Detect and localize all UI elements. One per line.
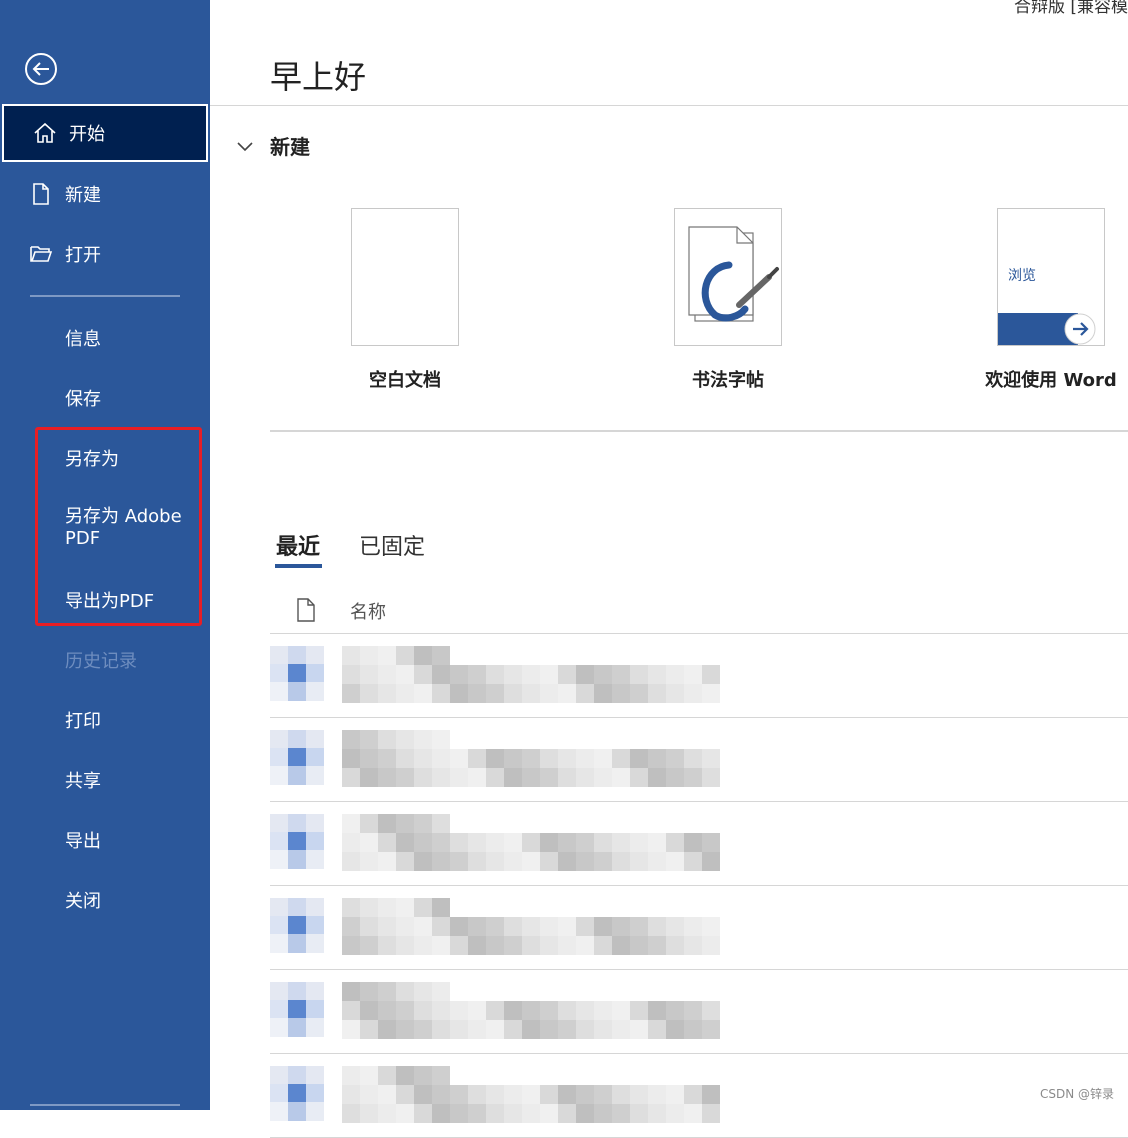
new-section-title: 新建 [270,135,310,159]
new-document-icon [29,182,53,206]
file-name-blurred [342,1066,722,1124]
file-row[interactable] [270,718,1128,802]
section-divider [270,430,1128,432]
browse-label: 浏览 [1008,268,1036,284]
calligraphy-brush-icon [688,226,779,322]
template-thumbnail [351,208,459,346]
backstage-sidebar: 开始 新建 打开 信息 保存 另存为 另存为 Adobe PDF 导出为PDF … [0,0,210,1110]
file-row[interactable] [270,1054,1128,1138]
template-label: 书法字帖 [692,370,764,391]
nav-label: 开始 [69,124,105,145]
highlight-annotation-box [35,427,202,626]
file-name-blurred [342,730,722,788]
nav-label: 新建 [65,185,101,206]
file-icon [270,1066,324,1122]
nav-label: 导出 [65,831,101,852]
back-arrow-icon [25,53,57,85]
sidebar-divider [30,1104,180,1106]
nav-close[interactable]: 关闭 [0,872,210,928]
nav-new[interactable]: 新建 [0,166,210,222]
nav-label: 打开 [65,245,101,266]
file-name-blurred [342,982,722,1040]
template-thumbnail [674,208,782,346]
nav-home[interactable]: 开始 [2,104,208,162]
window-title-fragment: 合辩版 [兼容模 [1013,0,1128,17]
watermark: CSDN @锌录 [1039,1087,1114,1101]
nav-save[interactable]: 保存 [0,370,210,426]
file-icon [270,814,324,870]
column-name-header[interactable]: 名称 [350,598,386,624]
nav-label: 共享 [65,771,101,792]
header-divider [210,105,1128,106]
nav-label: 保存 [65,389,101,410]
file-name-blurred [342,814,722,872]
back-button[interactable] [24,52,58,86]
nav-open[interactable]: 打开 [0,226,210,282]
arrow-right-circle-icon [1064,313,1096,345]
template-label: 欢迎使用 Word [985,370,1117,391]
file-icon [270,730,324,786]
nav-label: 关闭 [65,891,101,912]
greeting-title: 早上好 [270,58,367,96]
active-tab-indicator [275,564,322,568]
sidebar-divider [30,295,180,297]
nav-history: 历史记录 [0,632,210,688]
file-list-header: 名称 [270,592,1128,632]
tab-recent[interactable]: 最近 [276,529,320,561]
file-icon [270,898,324,954]
nav-info[interactable]: 信息 [0,310,210,366]
tab-pinned[interactable]: 已固定 [359,529,425,561]
home-icon [33,121,57,145]
file-name-blurred [342,898,722,956]
chevron-down-icon [237,142,253,152]
document-icon [297,598,315,622]
file-row[interactable] [270,634,1128,718]
file-row[interactable] [270,802,1128,886]
template-label: 空白文档 [369,370,441,391]
nav-label: 打印 [65,711,101,732]
open-folder-icon [29,242,53,266]
file-row[interactable] [270,970,1128,1054]
template-thumbnail: 浏览 [997,208,1105,346]
file-icon [270,982,324,1038]
nav-label: 信息 [65,329,101,350]
nav-share[interactable]: 共享 [0,752,210,808]
file-name-blurred [342,646,722,704]
nav-label: 历史记录 [65,651,137,672]
nav-print[interactable]: 打印 [0,692,210,748]
new-section-toggle[interactable] [235,130,255,162]
nav-export[interactable]: 导出 [0,812,210,868]
file-row[interactable] [270,886,1128,970]
file-icon [270,646,324,702]
